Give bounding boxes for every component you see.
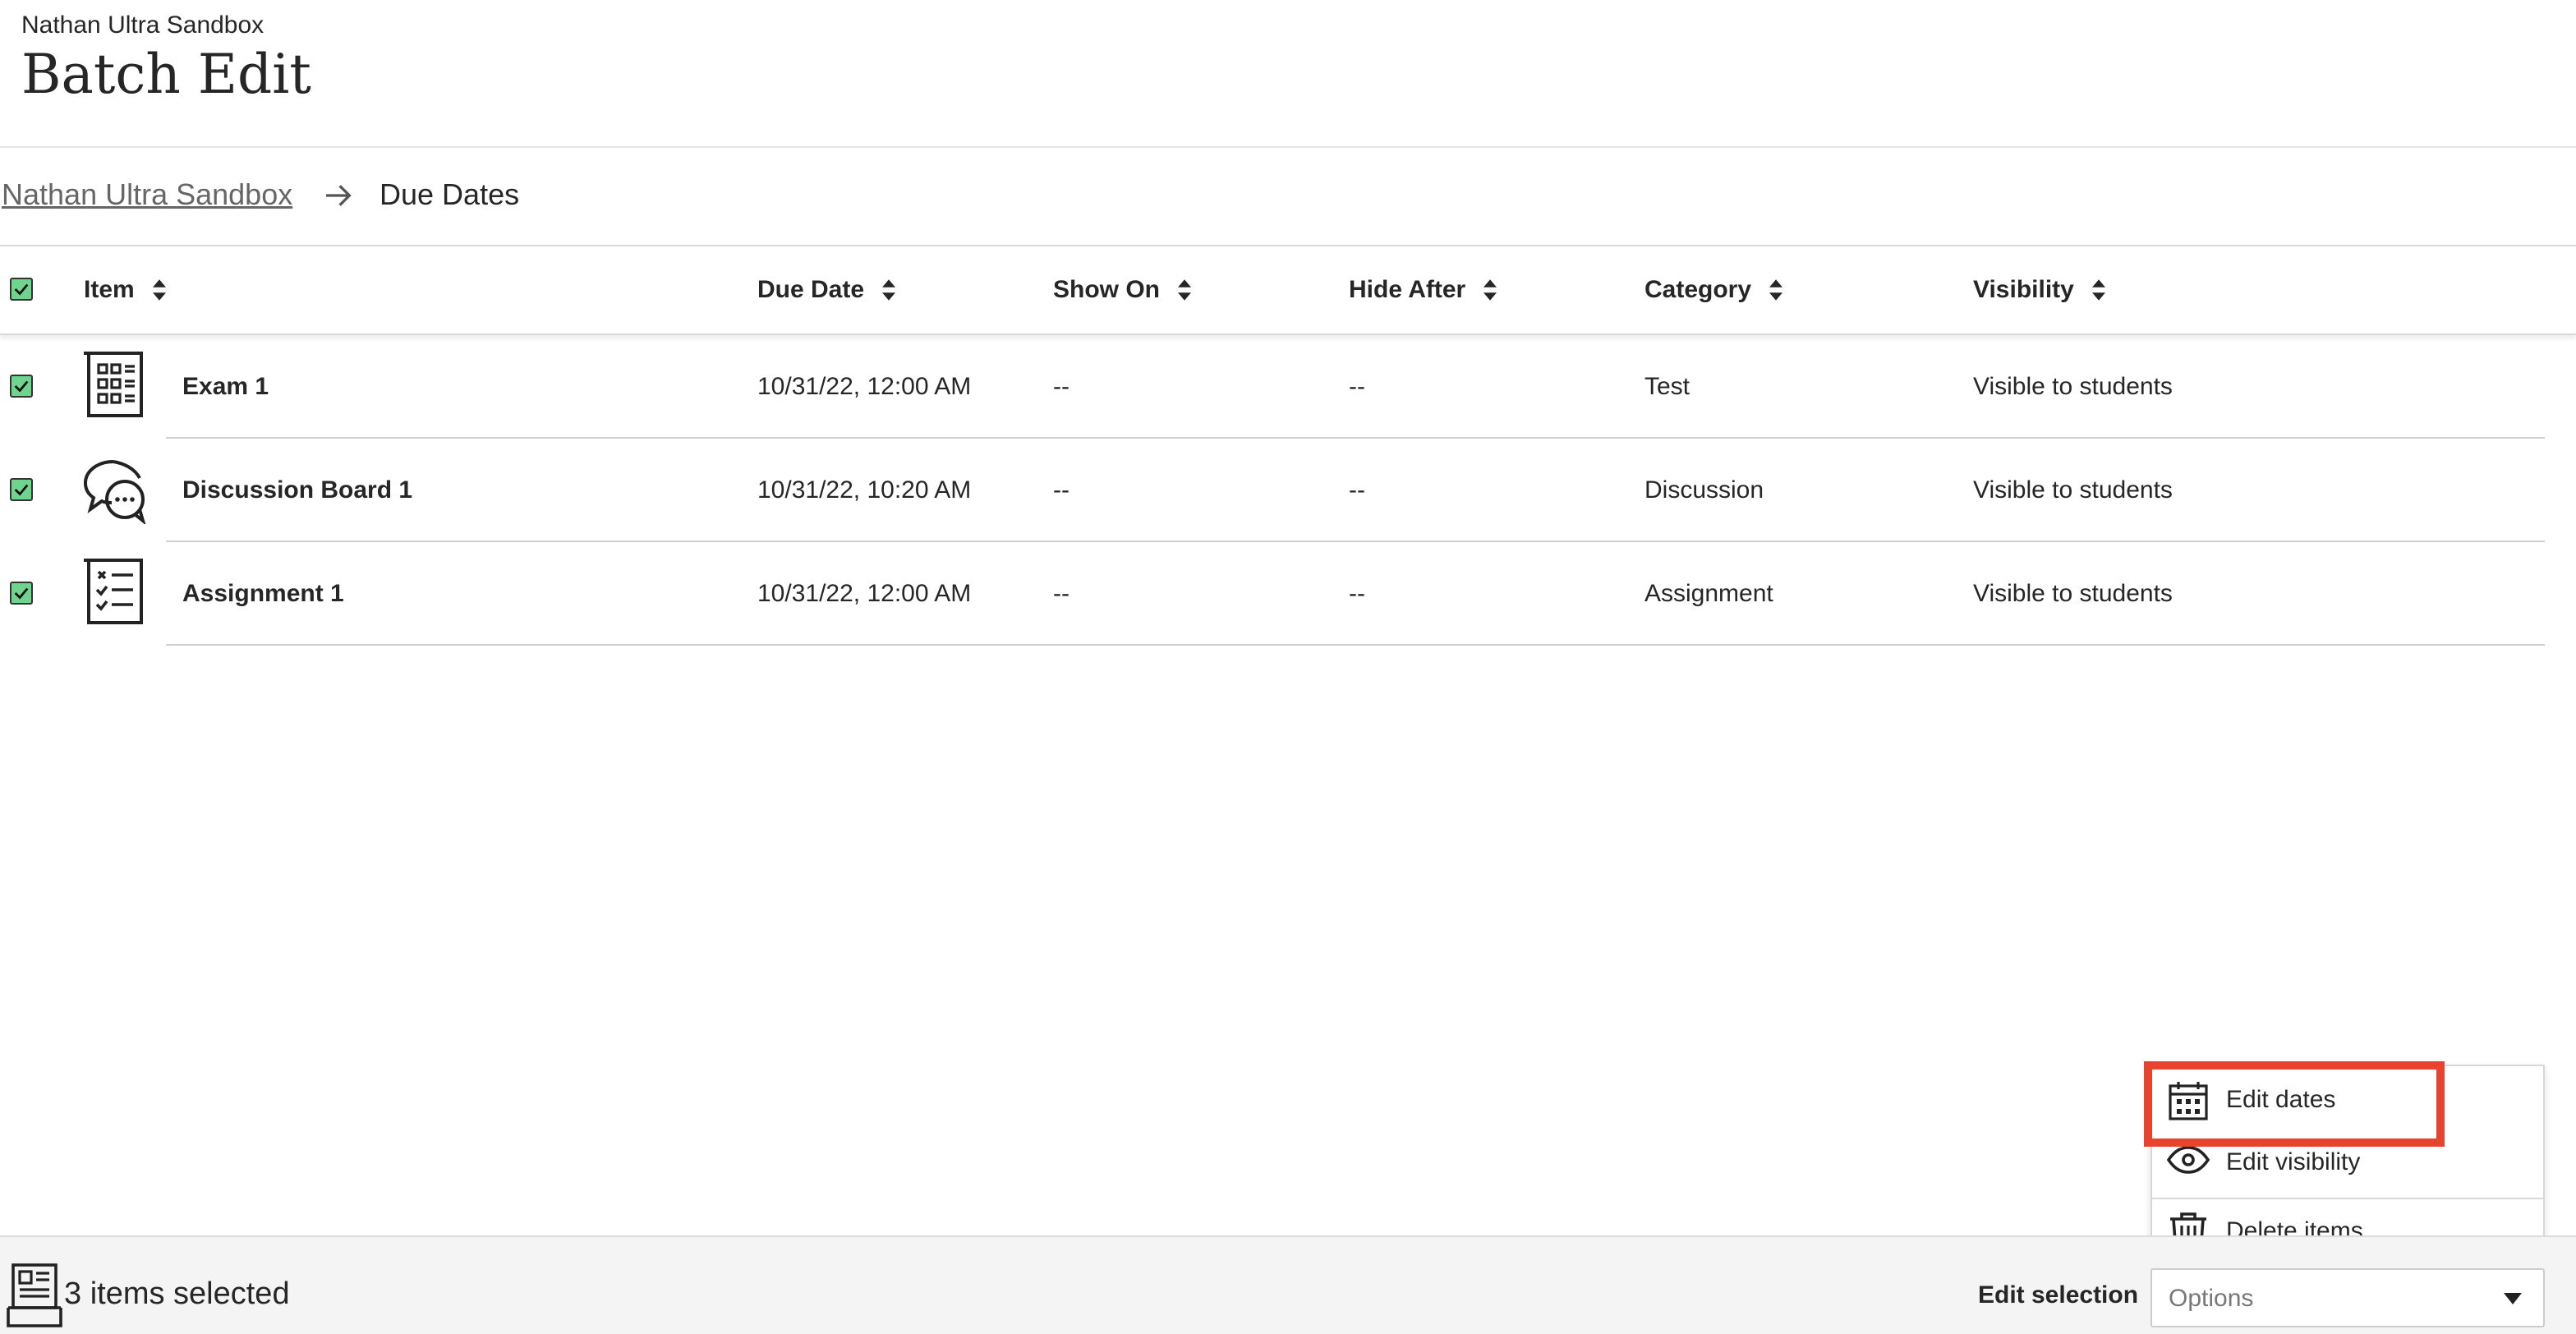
table-row: Discussion Board 1 10/31/22, 10:20 AM --… [0,439,2576,542]
page-title: Batch Edit [21,43,311,106]
item-name[interactable]: Exam 1 [182,373,269,401]
column-label: Item [84,276,135,303]
category-cell: Discussion [1644,476,1764,504]
calendar-icon [2169,1082,2208,1120]
row-checkbox[interactable] [10,478,33,501]
category-cell: Assignment [1644,580,1773,607]
table-header: Item Due Date Show On Hide After Categor… [0,246,2576,335]
row-checkbox[interactable] [10,375,33,398]
hide-after-cell: -- [1349,373,1365,400]
due-date-cell: 10/31/22, 12:00 AM [757,373,972,400]
selection-footer: 3 items selected Edit selection Options [0,1235,2576,1334]
page-header: Nathan Ultra Sandbox Batch Edit [0,0,2576,148]
column-header-visibility[interactable]: Visibility [1973,276,2105,304]
checkmark-icon [14,380,29,393]
sort-icon [882,279,896,301]
checkmark-icon [14,484,29,496]
discussion-icon [83,460,146,524]
column-label: Visibility [1973,276,2074,303]
column-header-item[interactable]: Item [84,276,166,304]
menu-item-label: Edit visibility [2226,1148,2361,1175]
column-label: Hide After [1349,276,1466,303]
select-all-checkbox[interactable] [10,278,33,301]
show-on-cell: -- [1053,476,1070,504]
column-header-due-date[interactable]: Due Date [757,276,896,304]
category-cell: Test [1644,373,1690,400]
item-name[interactable]: Assignment 1 [182,580,344,608]
sort-icon [1769,279,1783,301]
course-name: Nathan Ultra Sandbox [21,12,264,39]
menu-divider [2152,1198,2543,1199]
options-placeholder: Options [2169,1285,2254,1312]
sort-icon [2091,279,2105,301]
sort-icon [1484,279,1497,301]
column-label: Due Date [757,276,865,303]
checkmark-icon [14,587,29,600]
selection-count: 3 items selected [64,1276,290,1311]
checkmark-icon [14,283,29,296]
column-header-category[interactable]: Category [1644,276,1783,304]
hide-after-cell: -- [1349,476,1365,504]
sort-icon [152,279,166,301]
row-checkbox[interactable] [10,582,33,605]
table-row: Exam 1 10/31/22, 12:00 AM -- -- Test Vis… [0,335,2576,439]
breadcrumb-link-course[interactable]: Nathan Ultra Sandbox [2,177,292,212]
table-row: Assignment 1 10/31/22, 12:00 AM -- -- As… [0,542,2576,646]
batch-items-icon [7,1263,62,1327]
eye-icon [2167,1146,2210,1174]
assignment-icon [84,559,143,624]
column-label: Category [1644,276,1752,303]
menu-item-edit-dates[interactable]: Edit dates [2152,1070,2543,1130]
visibility-cell: Visible to students [1973,373,2173,400]
sort-icon [1178,279,1191,301]
hide-after-cell: -- [1349,580,1365,607]
test-icon [84,352,143,417]
edit-selection-label: Edit selection [1978,1281,2139,1309]
column-header-hide-after[interactable]: Hide After [1349,276,1497,304]
due-date-cell: 10/31/22, 12:00 AM [757,580,972,607]
column-header-show-on[interactable]: Show On [1053,276,1191,304]
column-label: Show On [1053,276,1160,303]
arrow-right-icon [326,185,352,206]
visibility-cell: Visible to students [1973,580,2173,607]
caret-down-icon [2504,1293,2522,1304]
breadcrumb-current: Due Dates [380,177,520,211]
menu-item-label: Edit dates [2226,1086,2336,1113]
show-on-cell: -- [1053,580,1070,607]
item-name[interactable]: Discussion Board 1 [182,476,412,504]
show-on-cell: -- [1053,373,1070,400]
row-divider [166,644,2545,646]
options-dropdown[interactable]: Options [2150,1268,2545,1327]
visibility-cell: Visible to students [1973,476,2173,504]
menu-item-edit-visibility[interactable]: Edit visibility [2152,1132,2543,1193]
breadcrumb: Nathan Ultra Sandbox Due Dates [0,148,2576,246]
due-date-cell: 10/31/22, 10:20 AM [757,476,972,504]
